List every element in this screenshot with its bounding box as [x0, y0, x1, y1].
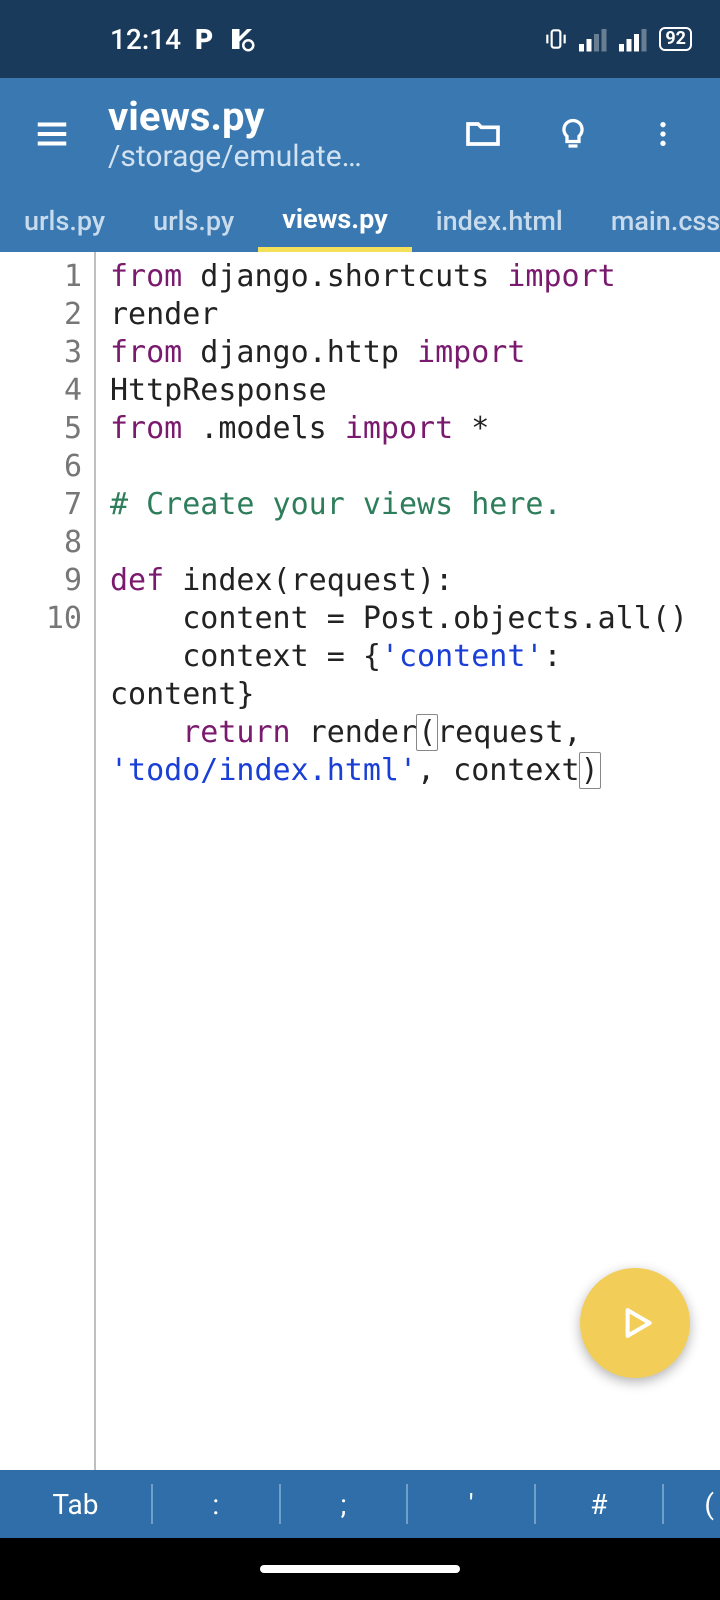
run-button[interactable]	[580, 1268, 690, 1378]
status-bar: 12:14 P 92	[0, 0, 720, 78]
folder-button[interactable]	[438, 114, 528, 154]
status-right: 92	[543, 26, 692, 52]
line-number: 8	[0, 524, 94, 562]
code-line[interactable]: def index(request):	[110, 562, 710, 600]
key-tab[interactable]: Tab	[0, 1488, 151, 1521]
battery-icon: 92	[659, 27, 692, 51]
code-line[interactable]: return render(request, 'todo/index.html'…	[110, 714, 710, 790]
key-paren[interactable]: (	[664, 1488, 720, 1521]
code-line[interactable]: # Create your views here.	[110, 486, 710, 524]
status-left: 12:14 P	[110, 23, 257, 56]
signal-icon-2	[619, 26, 649, 52]
tab-views[interactable]: views.py	[258, 190, 412, 252]
folder-icon	[463, 114, 503, 154]
tab-strip[interactable]: urls.py urls.py views.py index.html main…	[0, 190, 720, 252]
tab-main-css[interactable]: main.css	[587, 190, 720, 252]
code-line[interactable]	[110, 448, 710, 486]
tab-urls-1[interactable]: urls.py	[0, 190, 129, 252]
hamburger-icon	[33, 115, 71, 153]
line-number: 6	[0, 448, 94, 486]
tab-index-html[interactable]: index.html	[412, 190, 587, 252]
line-number: 4	[0, 372, 94, 410]
vibrate-icon	[543, 26, 569, 52]
status-app-icon-p: P	[195, 23, 213, 56]
menu-button[interactable]	[12, 115, 92, 153]
key-hash[interactable]: #	[536, 1488, 662, 1521]
quick-key-row: Tab : ; ' # (	[0, 1470, 720, 1538]
file-title: views.py	[108, 95, 438, 139]
code-line[interactable]: from django.shortcuts import render	[110, 258, 710, 334]
play-icon	[613, 1301, 657, 1345]
line-number: 7	[0, 486, 94, 524]
home-indicator[interactable]	[260, 1565, 460, 1573]
status-app-icon-4d	[227, 24, 257, 54]
nav-bar[interactable]	[0, 1538, 720, 1600]
line-number-gutter: 1 2 3 4 5 6 7 8 9 10	[0, 252, 96, 1470]
line-number: 3	[0, 334, 94, 372]
line-number: 10	[0, 600, 94, 638]
code-line[interactable]: from .models import *	[110, 410, 710, 448]
tab-urls-2[interactable]: urls.py	[129, 190, 258, 252]
line-number: 9	[0, 562, 94, 600]
app-bar: views.py /storage/emulate…	[0, 78, 720, 190]
tips-button[interactable]	[528, 116, 618, 152]
more-vert-icon	[647, 118, 679, 150]
signal-icon-1	[579, 26, 609, 52]
line-number: 5	[0, 410, 94, 448]
key-semicolon[interactable]: ;	[281, 1488, 407, 1521]
status-time: 12:14	[110, 23, 181, 56]
line-number: 1	[0, 258, 94, 296]
code-line[interactable]: content = Post.objects.all()	[110, 600, 710, 638]
code-editor[interactable]: 1 2 3 4 5 6 7 8 9 10 from django.shortcu…	[0, 252, 720, 1470]
key-colon[interactable]: :	[153, 1488, 279, 1521]
file-path: /storage/emulate…	[108, 139, 388, 174]
line-number: 2	[0, 296, 94, 334]
lightbulb-icon	[555, 116, 591, 152]
code-line[interactable]: context = {'content': content}	[110, 638, 710, 714]
code-line[interactable]	[110, 524, 710, 562]
code-line[interactable]: from django.http import HttpResponse	[110, 334, 710, 410]
overflow-button[interactable]	[618, 118, 708, 150]
key-quote[interactable]: '	[408, 1488, 534, 1521]
